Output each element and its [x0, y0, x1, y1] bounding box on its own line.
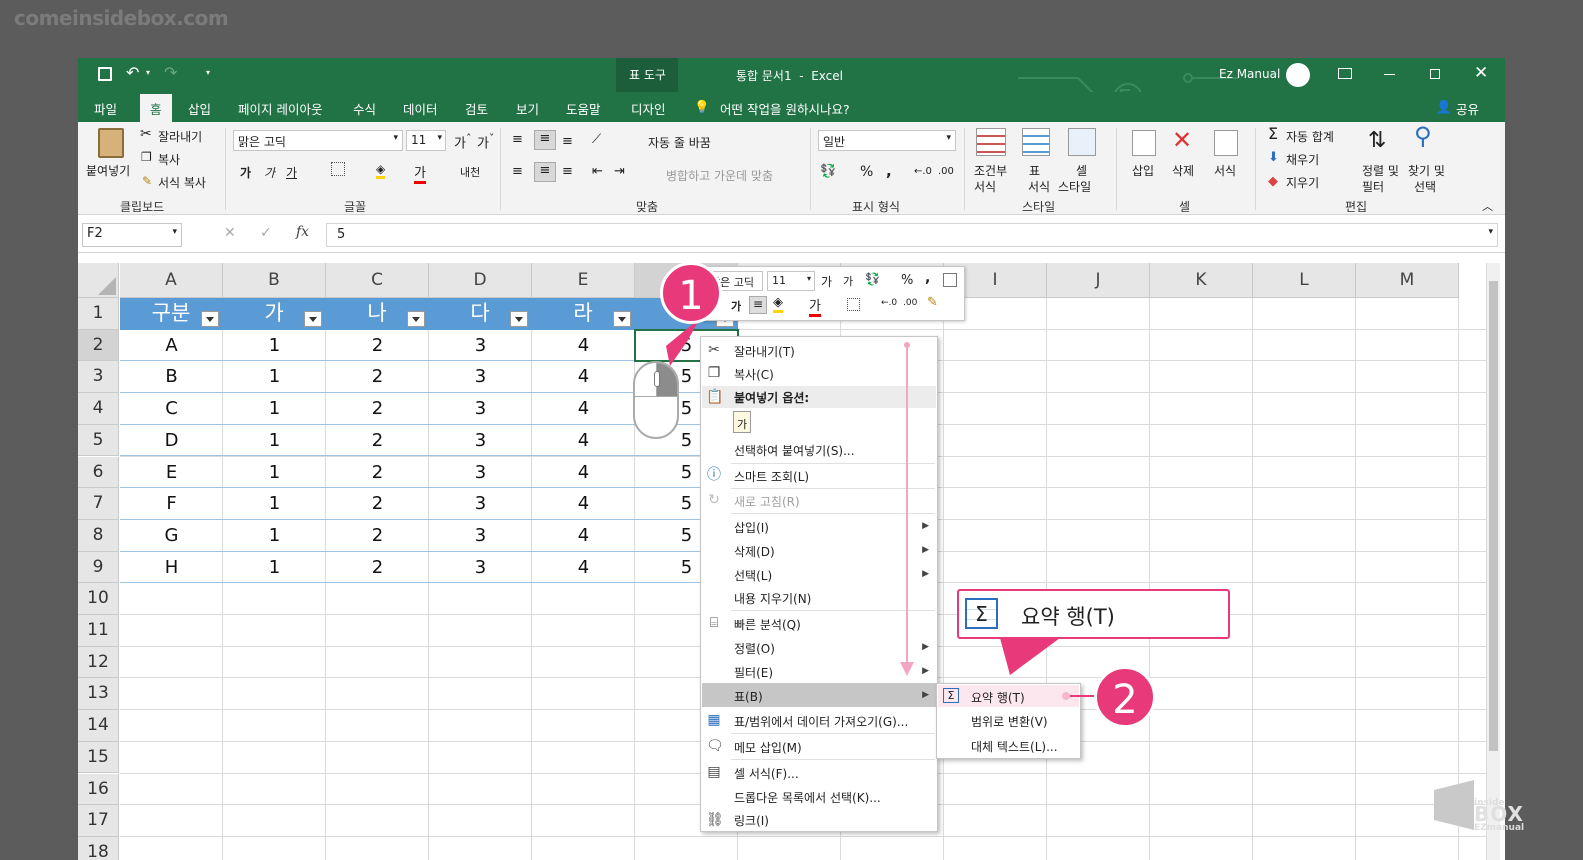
insidebox-logo: inside BOX EZmanual: [1434, 776, 1550, 836]
logo-line3: EZmanual: [1474, 823, 1525, 833]
callout-total-row-icon: Σ: [965, 598, 998, 629]
step-badge-1: 1: [660, 262, 722, 324]
step-badge-2: 2: [1094, 666, 1156, 728]
annotation-overlay: [666, 318, 1098, 700]
mouse-icon: [633, 361, 679, 439]
callout-text: 요약 행(T): [1021, 605, 1115, 629]
total-row-callout: Σ 요약 행(T): [957, 589, 1230, 639]
